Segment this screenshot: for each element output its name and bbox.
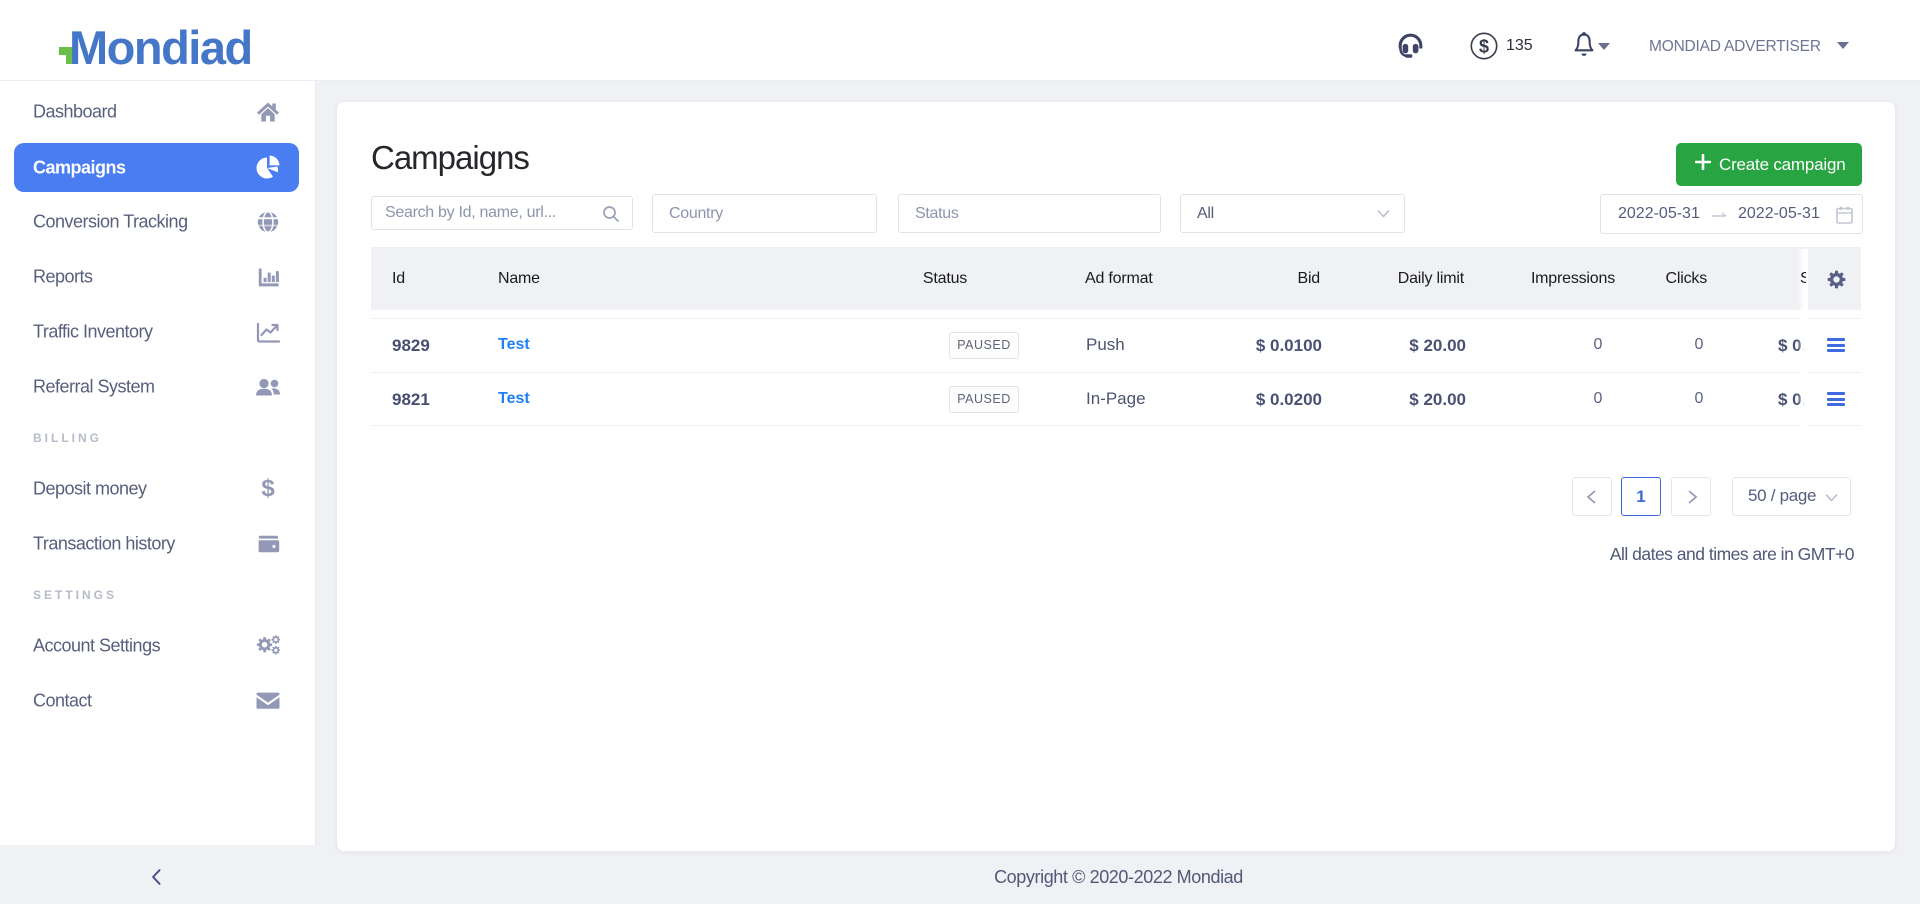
svg-text:$: $: [1479, 37, 1489, 57]
